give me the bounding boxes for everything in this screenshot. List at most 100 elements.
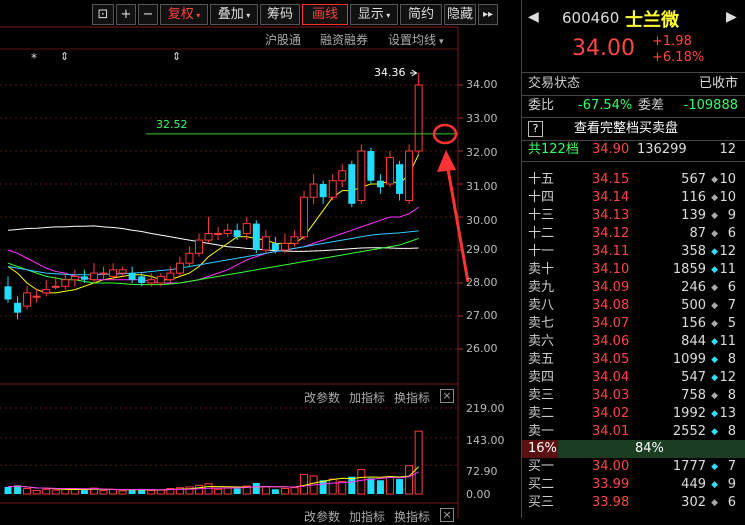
event-marker-star[interactable]: *	[31, 51, 37, 65]
ask-row[interactable]: 十一 34.11 358 ◆ 12	[522, 243, 745, 261]
event-marker-arrow[interactable]: ⇕	[60, 50, 69, 63]
candle-body	[109, 269, 118, 277]
ask-price: 34.10	[592, 262, 630, 277]
ask-row[interactable]: 十三 34.13 139 ◆ 9	[522, 207, 745, 225]
volume-bar	[386, 477, 394, 495]
ask-order-count: 8	[727, 352, 736, 367]
candle-body	[319, 184, 327, 198]
candle-body	[328, 180, 337, 198]
ask-row[interactable]: 卖十 34.10 1859 ◆ 11	[522, 261, 745, 279]
candle-body	[414, 84, 423, 152]
bid-row[interactable]: 买二 33.99 449 ◆ 9	[522, 476, 745, 494]
screenshot-icon[interactable]: ⊡	[92, 4, 114, 25]
bid-level-label: 买一	[528, 459, 555, 474]
candle-body	[233, 230, 241, 237]
ask-row[interactable]: 卖一 34.01 2552 ◆ 8	[522, 423, 745, 441]
event-marker-arrow[interactable]: ⇕	[172, 50, 181, 63]
edit-params-button[interactable]: 改参数	[304, 389, 340, 406]
weibi-value: -67.54%	[578, 98, 633, 113]
volume-axis-tick: 143.00	[466, 434, 505, 447]
volume-ma-line	[7, 466, 420, 491]
add-indicator-button[interactable]: 加指标	[349, 389, 385, 406]
edit-params-button[interactable]: 改参数	[304, 508, 340, 525]
candle-body	[51, 285, 60, 288]
high-price-label: 34.36	[374, 66, 406, 79]
ask-volume: 156	[681, 316, 706, 331]
zoom-out-button[interactable]: −	[138, 4, 158, 25]
ask-row[interactable]: 卖七 34.07 156 ◆ 5	[522, 315, 745, 333]
set-ma-button[interactable]: 设置均线 ▾	[388, 31, 444, 48]
ask-row[interactable]: 十五 34.15 567 ◆ 10	[522, 171, 745, 189]
chevron-down-icon: ▾	[193, 11, 201, 20]
simple-button[interactable]: 简约	[400, 4, 442, 25]
bid-row[interactable]: 买三 33.98 302 ◆ 6	[522, 494, 745, 512]
ask-row[interactable]: 卖四 34.04 547 ◆ 12	[522, 369, 745, 387]
add-indicator-button[interactable]: 加指标	[349, 508, 385, 525]
chip-button[interactable]: 筹码	[260, 4, 300, 25]
close-icon[interactable]: ×	[440, 508, 454, 522]
ask-row[interactable]: 卖六 34.06 844 ◆ 11	[522, 333, 745, 351]
hugutong-button[interactable]: 沪股通	[265, 31, 301, 48]
margin-trading-button[interactable]: 融资融券	[320, 31, 368, 48]
candle-body	[61, 279, 70, 287]
ask-volume: 547	[681, 370, 706, 385]
kline-chart-area[interactable]: ⊡ + − 复权 ▾ 叠加 ▾ 筹码 画线 显示 ▾ 简约 隐藏 ▸▸ 沪股通 …	[0, 0, 519, 524]
volume-bar	[51, 489, 60, 495]
price-axis-tick: 33.00	[466, 112, 498, 125]
total-levels-row: 共122档 34.90 136299 12	[522, 141, 745, 159]
help-icon[interactable]: ?	[528, 121, 543, 137]
prev-stock-arrow[interactable]: ◀	[528, 9, 539, 25]
display-dropdown[interactable]: 显示 ▾	[350, 4, 398, 25]
candle-body	[23, 292, 32, 307]
ask-row[interactable]: 十四 34.14 116 ◆ 10	[522, 189, 745, 207]
switch-indicator-button[interactable]: 换指标	[394, 508, 430, 525]
display-label: 显示	[357, 7, 384, 22]
ask-order-count: 5	[727, 316, 736, 331]
bid-row[interactable]: 买一 34.00 1777 ◆ 7	[522, 458, 745, 476]
ask-level-label: 卖七	[528, 316, 555, 331]
ask-row[interactable]: 卖三 34.03 758 ◆ 8	[522, 387, 745, 405]
candle-body	[290, 236, 299, 244]
fuquan-dropdown[interactable]: 复权 ▾	[160, 4, 208, 25]
next-stock-arrow[interactable]: ▶	[726, 9, 737, 25]
stock-code: 600460	[562, 9, 620, 27]
switch-indicator-button[interactable]: 换指标	[394, 389, 430, 406]
diamond-icon: ◆	[711, 229, 718, 239]
candle-body	[338, 170, 347, 182]
candle-body	[99, 272, 108, 275]
overlay-dropdown[interactable]: 叠加 ▾	[210, 4, 258, 25]
ask-row[interactable]: 十二 34.12 87 ◆ 6	[522, 225, 745, 243]
volume-bar	[195, 484, 203, 495]
diamond-icon: ◆	[711, 265, 718, 275]
ask-row[interactable]: 卖五 34.05 1099 ◆ 8	[522, 351, 745, 369]
full-book-link[interactable]: 查看完整档买卖盘	[574, 120, 678, 138]
ask-price: 34.09	[592, 280, 630, 295]
ask-row[interactable]: 卖八 34.08 500 ◆ 7	[522, 297, 745, 315]
ask-level-label: 十三	[528, 208, 555, 223]
candle-body	[147, 279, 156, 284]
horizontal-line-label: 32.52	[156, 118, 188, 131]
close-icon[interactable]: ×	[440, 389, 454, 403]
candle-body	[376, 180, 384, 188]
diamond-icon: ◆	[711, 427, 718, 437]
expand-arrows-icon[interactable]: ▸▸	[478, 4, 498, 25]
draw-line-button[interactable]: 画线	[302, 4, 348, 25]
bid-price: 34.00	[592, 459, 630, 474]
ask-volume: 246	[681, 280, 706, 295]
candle-body	[32, 295, 41, 298]
price-axis-tick: 28.00	[466, 276, 498, 289]
candle-body	[261, 236, 270, 251]
ask-row[interactable]: 卖九 34.09 246 ◆ 6	[522, 279, 745, 297]
hide-button[interactable]: 隐藏	[444, 4, 476, 25]
zoom-in-button[interactable]: +	[116, 4, 136, 25]
kline-chart-svg[interactable]	[0, 0, 519, 518]
ask-volume: 567	[681, 172, 706, 187]
ask-volume: 1099	[672, 352, 706, 367]
full-book-row[interactable]: ? 查看完整档买卖盘	[522, 120, 745, 138]
candle-body	[42, 289, 51, 294]
diamond-icon: ◆	[711, 355, 718, 365]
ask-row[interactable]: 卖二 34.02 1992 ◆ 13	[522, 405, 745, 423]
bid-volume: 1777	[672, 459, 706, 474]
ask-order-count: 10	[719, 190, 736, 205]
volume-bar	[214, 488, 223, 495]
